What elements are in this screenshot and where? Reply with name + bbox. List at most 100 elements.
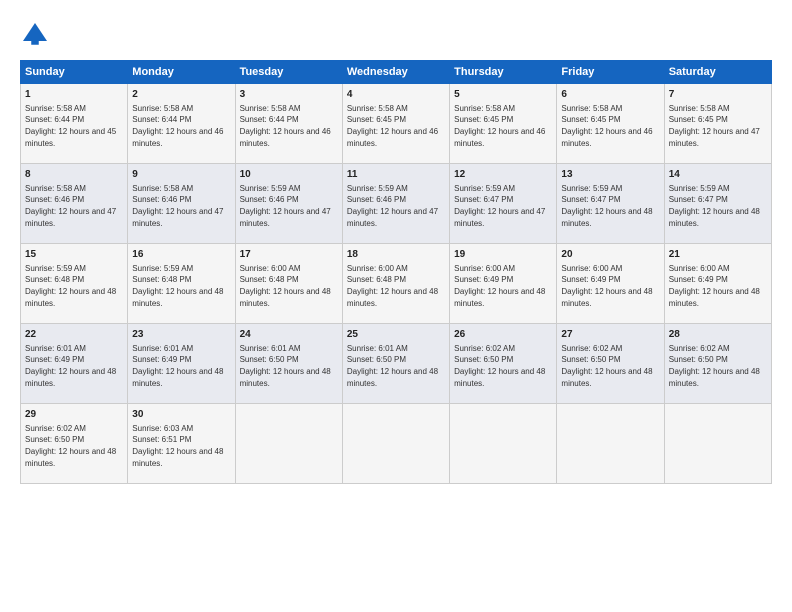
cell-info: Sunrise: 6:00 AMSunset: 6:48 PMDaylight:… bbox=[347, 264, 438, 308]
cell-info: Sunrise: 6:02 AMSunset: 6:50 PMDaylight:… bbox=[561, 344, 652, 388]
calendar-cell bbox=[450, 404, 557, 484]
calendar-week-5: 29Sunrise: 6:02 AMSunset: 6:50 PMDayligh… bbox=[21, 404, 772, 484]
day-number: 26 bbox=[454, 328, 552, 342]
calendar-cell: 11 Sunrise: 5:59 AMSunset: 6:46 PMDayligh… bbox=[342, 164, 449, 244]
logo-icon bbox=[20, 20, 50, 50]
cell-info: Sunrise: 5:58 AMSunset: 6:46 PMDaylight:… bbox=[25, 184, 116, 228]
calendar-cell: 18 Sunrise: 6:00 AMSunset: 6:48 PMDayligh… bbox=[342, 244, 449, 324]
cell-info: Sunrise: 5:58 AMSunset: 6:45 PMDaylight:… bbox=[669, 104, 760, 148]
cell-info: Sunrise: 6:01 AMSunset: 6:49 PMDaylight:… bbox=[132, 344, 223, 388]
weekday-header-monday: Monday bbox=[128, 61, 235, 84]
calendar-cell: 9 Sunrise: 5:58 AMSunset: 6:46 PMDaylight… bbox=[128, 164, 235, 244]
cell-info: Sunrise: 6:00 AMSunset: 6:49 PMDaylight:… bbox=[669, 264, 760, 308]
day-number: 11 bbox=[347, 168, 445, 182]
day-number: 21 bbox=[669, 248, 767, 262]
cell-info: Sunrise: 6:02 AMSunset: 6:50 PMDaylight:… bbox=[25, 424, 116, 468]
day-number: 7 bbox=[669, 88, 767, 102]
calendar-cell: 16 Sunrise: 5:59 AMSunset: 6:48 PMDayligh… bbox=[128, 244, 235, 324]
calendar-cell: 2 Sunrise: 5:58 AMSunset: 6:44 PMDaylight… bbox=[128, 84, 235, 164]
day-number: 16 bbox=[132, 248, 230, 262]
cell-info: Sunrise: 6:00 AMSunset: 6:49 PMDaylight:… bbox=[454, 264, 545, 308]
day-number: 15 bbox=[25, 248, 123, 262]
calendar-cell bbox=[664, 404, 771, 484]
calendar-cell: 23 Sunrise: 6:01 AMSunset: 6:49 PMDayligh… bbox=[128, 324, 235, 404]
day-number: 30 bbox=[132, 408, 230, 422]
day-number: 19 bbox=[454, 248, 552, 262]
calendar-cell: 29Sunrise: 6:02 AMSunset: 6:50 PMDayligh… bbox=[21, 404, 128, 484]
calendar-cell: 1 Sunrise: 5:58 AMSunset: 6:44 PMDaylight… bbox=[21, 84, 128, 164]
cell-info: Sunrise: 5:58 AMSunset: 6:44 PMDaylight:… bbox=[25, 104, 116, 148]
calendar-cell: 30 Sunrise: 6:03 AMSunset: 6:51 PMDayligh… bbox=[128, 404, 235, 484]
calendar-cell: 27 Sunrise: 6:02 AMSunset: 6:50 PMDayligh… bbox=[557, 324, 664, 404]
calendar-cell: 28Sunrise: 6:02 AMSunset: 6:50 PMDayligh… bbox=[664, 324, 771, 404]
calendar-cell: 15 Sunrise: 5:59 AMSunset: 6:48 PMDayligh… bbox=[21, 244, 128, 324]
cell-info: Sunrise: 5:59 AMSunset: 6:47 PMDaylight:… bbox=[669, 184, 760, 228]
calendar-cell: 24Sunrise: 6:01 AMSunset: 6:50 PMDayligh… bbox=[235, 324, 342, 404]
logo bbox=[20, 20, 54, 50]
cell-info: Sunrise: 5:58 AMSunset: 6:45 PMDaylight:… bbox=[561, 104, 652, 148]
day-number: 6 bbox=[561, 88, 659, 102]
weekday-header-tuesday: Tuesday bbox=[235, 61, 342, 84]
day-number: 27 bbox=[561, 328, 659, 342]
calendar-week-2: 8 Sunrise: 5:58 AMSunset: 6:46 PMDaylight… bbox=[21, 164, 772, 244]
day-number: 18 bbox=[347, 248, 445, 262]
calendar-cell bbox=[235, 404, 342, 484]
header bbox=[20, 20, 772, 50]
cell-info: Sunrise: 5:59 AMSunset: 6:46 PMDaylight:… bbox=[240, 184, 331, 228]
calendar-cell: 8 Sunrise: 5:58 AMSunset: 6:46 PMDaylight… bbox=[21, 164, 128, 244]
calendar-cell: 25 Sunrise: 6:01 AMSunset: 6:50 PMDayligh… bbox=[342, 324, 449, 404]
cell-info: Sunrise: 5:58 AMSunset: 6:46 PMDaylight:… bbox=[132, 184, 223, 228]
weekday-header-row: SundayMondayTuesdayWednesdayThursdayFrid… bbox=[21, 61, 772, 84]
cell-info: Sunrise: 5:59 AMSunset: 6:46 PMDaylight:… bbox=[347, 184, 438, 228]
day-number: 4 bbox=[347, 88, 445, 102]
day-number: 17 bbox=[240, 248, 338, 262]
day-number: 23 bbox=[132, 328, 230, 342]
calendar-cell: 20 Sunrise: 6:00 AMSunset: 6:49 PMDayligh… bbox=[557, 244, 664, 324]
calendar-cell: 10 Sunrise: 5:59 AMSunset: 6:46 PMDayligh… bbox=[235, 164, 342, 244]
calendar-week-4: 22 Sunrise: 6:01 AMSunset: 6:49 PMDayligh… bbox=[21, 324, 772, 404]
cell-info: Sunrise: 5:59 AMSunset: 6:47 PMDaylight:… bbox=[454, 184, 545, 228]
cell-info: Sunrise: 5:58 AMSunset: 6:44 PMDaylight:… bbox=[132, 104, 223, 148]
day-number: 5 bbox=[454, 88, 552, 102]
day-number: 12 bbox=[454, 168, 552, 182]
calendar-cell: 17 Sunrise: 6:00 AMSunset: 6:48 PMDayligh… bbox=[235, 244, 342, 324]
calendar-cell: 26 Sunrise: 6:02 AMSunset: 6:50 PMDayligh… bbox=[450, 324, 557, 404]
day-number: 10 bbox=[240, 168, 338, 182]
day-number: 22 bbox=[25, 328, 123, 342]
cell-info: Sunrise: 6:03 AMSunset: 6:51 PMDaylight:… bbox=[132, 424, 223, 468]
calendar-table: SundayMondayTuesdayWednesdayThursdayFrid… bbox=[20, 60, 772, 484]
cell-info: Sunrise: 6:02 AMSunset: 6:50 PMDaylight:… bbox=[454, 344, 545, 388]
cell-info: Sunrise: 5:59 AMSunset: 6:48 PMDaylight:… bbox=[132, 264, 223, 308]
day-number: 8 bbox=[25, 168, 123, 182]
weekday-header-wednesday: Wednesday bbox=[342, 61, 449, 84]
cell-info: Sunrise: 6:01 AMSunset: 6:50 PMDaylight:… bbox=[240, 344, 331, 388]
day-number: 9 bbox=[132, 168, 230, 182]
cell-info: Sunrise: 5:58 AMSunset: 6:45 PMDaylight:… bbox=[454, 104, 545, 148]
cell-info: Sunrise: 6:00 AMSunset: 6:49 PMDaylight:… bbox=[561, 264, 652, 308]
calendar-cell bbox=[342, 404, 449, 484]
weekday-header-friday: Friday bbox=[557, 61, 664, 84]
calendar-week-3: 15 Sunrise: 5:59 AMSunset: 6:48 PMDayligh… bbox=[21, 244, 772, 324]
calendar-cell bbox=[557, 404, 664, 484]
calendar-cell: 12 Sunrise: 5:59 AMSunset: 6:47 PMDayligh… bbox=[450, 164, 557, 244]
cell-info: Sunrise: 6:01 AMSunset: 6:50 PMDaylight:… bbox=[347, 344, 438, 388]
calendar-cell: 3Sunrise: 5:58 AMSunset: 6:44 PMDaylight… bbox=[235, 84, 342, 164]
page: SundayMondayTuesdayWednesdayThursdayFrid… bbox=[0, 0, 792, 612]
day-number: 2 bbox=[132, 88, 230, 102]
calendar-week-1: 1 Sunrise: 5:58 AMSunset: 6:44 PMDaylight… bbox=[21, 84, 772, 164]
calendar-cell: 22 Sunrise: 6:01 AMSunset: 6:49 PMDayligh… bbox=[21, 324, 128, 404]
day-number: 1 bbox=[25, 88, 123, 102]
day-number: 20 bbox=[561, 248, 659, 262]
calendar-cell: 19 Sunrise: 6:00 AMSunset: 6:49 PMDayligh… bbox=[450, 244, 557, 324]
cell-info: Sunrise: 6:02 AMSunset: 6:50 PMDaylight:… bbox=[669, 344, 760, 388]
day-number: 25 bbox=[347, 328, 445, 342]
weekday-header-thursday: Thursday bbox=[450, 61, 557, 84]
weekday-header-saturday: Saturday bbox=[664, 61, 771, 84]
calendar-cell: 21 Sunrise: 6:00 AMSunset: 6:49 PMDayligh… bbox=[664, 244, 771, 324]
cell-info: Sunrise: 5:58 AMSunset: 6:45 PMDaylight:… bbox=[347, 104, 438, 148]
cell-info: Sunrise: 6:00 AMSunset: 6:48 PMDaylight:… bbox=[240, 264, 331, 308]
cell-info: Sunrise: 5:59 AMSunset: 6:48 PMDaylight:… bbox=[25, 264, 116, 308]
cell-info: Sunrise: 6:01 AMSunset: 6:49 PMDaylight:… bbox=[25, 344, 116, 388]
calendar-cell: 7 Sunrise: 5:58 AMSunset: 6:45 PMDaylight… bbox=[664, 84, 771, 164]
cell-info: Sunrise: 5:59 AMSunset: 6:47 PMDaylight:… bbox=[561, 184, 652, 228]
